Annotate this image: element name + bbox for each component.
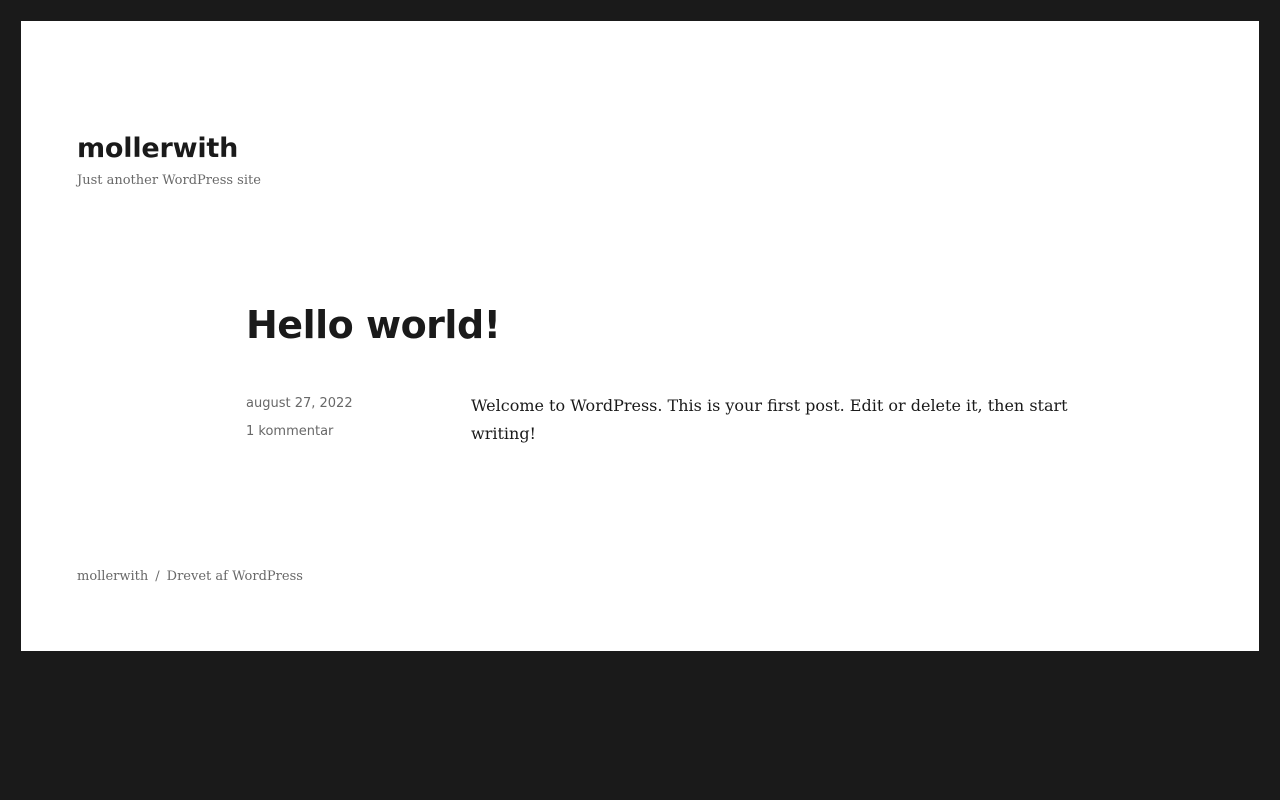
site-title[interactable]: mollerwith xyxy=(77,131,238,167)
site-description: Just another WordPress site xyxy=(77,173,261,188)
post-meta: august 27, 2022 1 kommentar xyxy=(246,394,353,450)
site-container: mollerwith Just another WordPress site H… xyxy=(21,21,1259,651)
footer-info: mollerwith / Drevet af WordPress xyxy=(77,567,303,587)
post-comments-link[interactable]: 1 kommentar xyxy=(246,422,353,442)
footer-separator: / xyxy=(155,569,160,584)
post-content: Welcome to WordPress. This is your first… xyxy=(471,396,1068,443)
footer-powered-by-link[interactable]: Drevet af WordPress xyxy=(167,569,303,584)
footer-site-link[interactable]: mollerwith xyxy=(77,569,148,584)
post-title: Hello world! xyxy=(246,303,501,347)
post-date-link[interactable]: august 27, 2022 xyxy=(246,394,353,414)
